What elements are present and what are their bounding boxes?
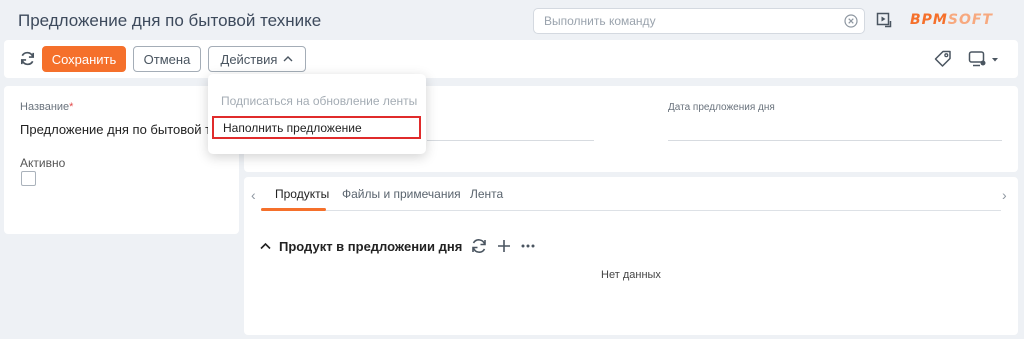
logo-part-bpm: BPM [910, 12, 948, 28]
screen-settings-icon[interactable] [968, 50, 998, 68]
menu-item-subscribe-feed: Подписаться на обновление ленты [221, 94, 418, 108]
toolbar: Сохранить Отмена Действия [4, 40, 1018, 78]
actions-button-label: Действия [220, 51, 278, 67]
more-icon[interactable] [520, 238, 536, 254]
actions-menu: Подписаться на обновление ленты Наполнит… [208, 74, 426, 154]
detail-header: Продукт в предложении дня [260, 237, 536, 255]
bpmsoft-logo: BPMSOFT [910, 12, 993, 28]
date-label: Дата предложения дня [668, 102, 775, 113]
refresh-icon[interactable] [470, 237, 488, 255]
main-info-panel: Название* Предложение дня по бытовой тех… [4, 86, 239, 234]
cancel-button[interactable]: Отмена [133, 46, 201, 72]
empty-state-text: Нет данных [601, 269, 661, 281]
command-box[interactable] [533, 8, 865, 34]
video-help-icon[interactable] [876, 12, 892, 28]
menu-item-fill-offer[interactable]: Наполнить предложение [212, 116, 421, 139]
tabs-panel: ‹ Продукты Файлы и примечания Лента › Пр… [244, 177, 1018, 335]
tab-products[interactable]: Продукты [275, 187, 329, 201]
detail-title: Продукт в предложении дня [279, 238, 463, 254]
actions-button[interactable]: Действия [208, 46, 306, 72]
save-button[interactable]: Сохранить [42, 46, 126, 72]
clear-icon[interactable] [844, 14, 858, 28]
add-icon[interactable] [496, 238, 512, 254]
name-label-text: Название [20, 101, 70, 113]
refresh-icon[interactable] [19, 50, 36, 67]
chevron-up-icon[interactable] [260, 242, 271, 250]
page-title: Предложение дня по бытовой технике [18, 11, 322, 30]
active-checkbox[interactable] [21, 171, 36, 186]
logo-part-soft: SOFT [947, 12, 993, 28]
tab-files-notes[interactable]: Файлы и примечания [342, 187, 461, 201]
active-label: Активно [20, 156, 66, 170]
tab-scroll-right-icon[interactable]: › [1002, 187, 1007, 203]
tab-feed[interactable]: Лента [470, 187, 503, 201]
name-field[interactable]: Предложение дня по бытовой техн... [20, 122, 210, 137]
field-underline [427, 140, 594, 141]
tab-scroll-left-icon[interactable]: ‹ [251, 187, 256, 203]
tab-separator [261, 210, 1001, 211]
name-label: Название* [20, 101, 73, 113]
date-field[interactable] [668, 140, 1002, 141]
command-input[interactable] [544, 14, 834, 28]
required-mark: * [69, 101, 74, 113]
tag-icon[interactable] [934, 50, 952, 68]
top-header: Предложение дня по бытовой технике BPMSO… [0, 0, 1024, 40]
active-tab-indicator [261, 208, 326, 211]
chevron-up-icon [283, 56, 293, 62]
